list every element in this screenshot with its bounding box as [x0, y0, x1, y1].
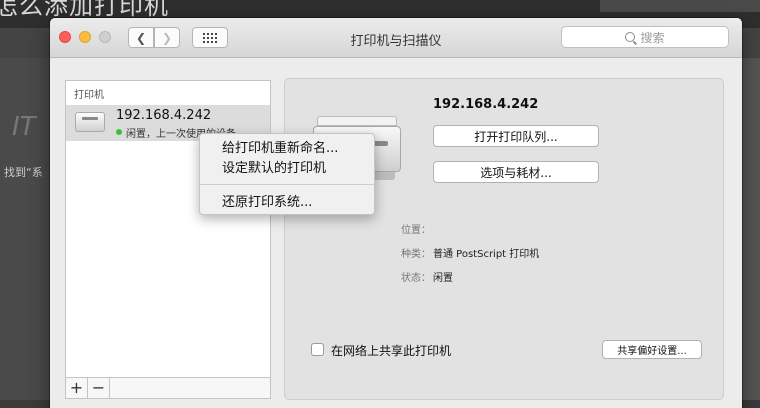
search-placeholder: 搜索 [640, 30, 665, 45]
background-page-decoration: IT [12, 112, 36, 142]
open-print-queue-button[interactable]: 打开打印队列... [433, 125, 599, 147]
menu-item-rename-printer[interactable]: 给打印机重新命名... [222, 137, 338, 156]
add-printer-button[interactable]: + [66, 378, 88, 398]
search-field[interactable]: 搜索 [561, 26, 729, 48]
kind-label: 种类： [401, 249, 431, 260]
menu-item-set-default-printer[interactable]: 设定默认的打印机 [222, 157, 326, 176]
share-printer-label[interactable]: 在网络上共享此打印机 [331, 342, 451, 359]
printer-icon [75, 112, 105, 132]
status-label: 状态： [401, 273, 431, 284]
printer-list-header: 打印机 [74, 90, 104, 101]
printer-list-footer: + − [65, 377, 271, 399]
menu-item-reset-printing-system[interactable]: 还原打印系统... [222, 191, 312, 210]
printer-name: 192.168.4.242 [433, 97, 539, 112]
background-page-left [0, 58, 50, 400]
printer-list-item-name: 192.168.4.242 [116, 108, 212, 123]
printer-detail-panel: 192.168.4.242 打开打印队列... 选项与耗材... 位置： 种类：… [284, 78, 724, 400]
kind-value: 普通 PostScript 打印机 [433, 249, 540, 260]
printers-scanners-window: ❮ ❯ 打印机与扫描仪 搜索 打印机 192.168.4.242 闲置，上一次使… [50, 18, 742, 408]
search-icon [625, 32, 636, 42]
printer-list[interactable]: 打印机 192.168.4.242 闲置，上一次使用的设备 [65, 80, 271, 382]
share-printer-checkbox[interactable] [311, 343, 324, 356]
remove-printer-button[interactable]: − [88, 378, 110, 398]
menu-separator [200, 184, 374, 185]
background-page-right [740, 58, 760, 400]
background-page-toolbar [600, 0, 760, 12]
sharing-preferences-button[interactable]: 共享偏好设置... [602, 340, 702, 359]
background-page-snippet: 找到“系 [4, 166, 43, 179]
status-dot-icon [116, 129, 122, 135]
options-supplies-button[interactable]: 选项与耗材... [433, 161, 599, 183]
location-label: 位置： [401, 225, 431, 236]
window-titlebar: ❮ ❯ 打印机与扫描仪 搜索 [50, 18, 742, 58]
printer-context-menu: 给打印机重新命名... 设定默认的打印机 还原打印系统... [199, 133, 375, 215]
status-value: 闲置 [433, 273, 453, 284]
